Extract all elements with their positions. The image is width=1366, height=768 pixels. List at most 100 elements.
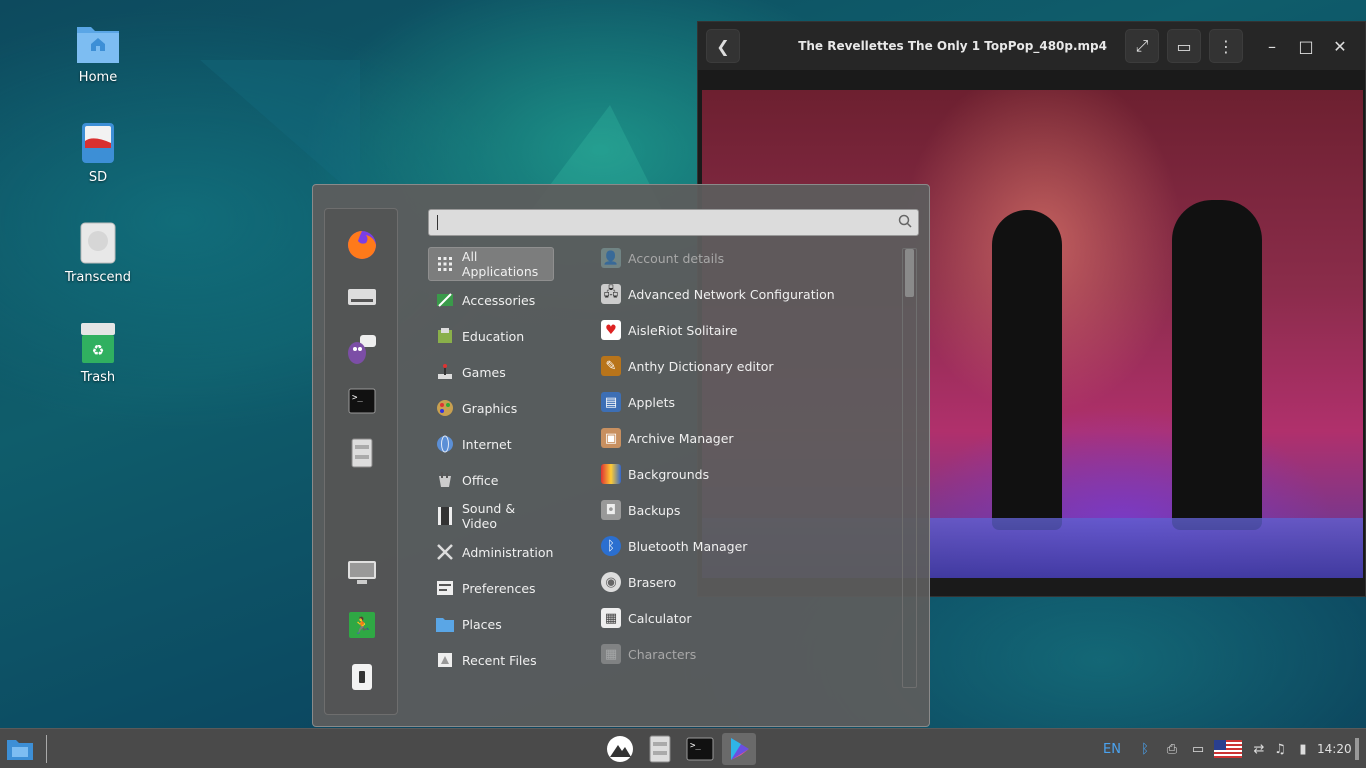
wallpaper-facet — [200, 60, 360, 200]
video-title: The Revellettes The Only 1 TopPop_480p.m… — [798, 39, 1107, 53]
taskbar-launcher-terminal[interactable]: >_ — [683, 733, 717, 765]
firefox-icon[interactable] — [344, 227, 380, 263]
folder-icon — [434, 613, 456, 635]
menu-launcher-button[interactable] — [3, 733, 37, 765]
app-anthy-dictionary-editor[interactable]: ✎ Anthy Dictionary editor — [601, 351, 901, 381]
minimize-button[interactable]: – — [1255, 29, 1289, 63]
file-cabinet-icon[interactable] — [344, 435, 380, 471]
search-icon — [898, 214, 912, 228]
search-field[interactable] — [428, 209, 919, 236]
maximize-icon: □ — [1298, 36, 1314, 56]
close-button[interactable]: ✕ — [1323, 29, 1357, 63]
battery-icon[interactable]: ▮ — [1293, 739, 1313, 759]
account-icon: 👤 — [601, 248, 621, 268]
category-administration[interactable]: Administration — [428, 535, 554, 569]
taskbar-launcher-files[interactable] — [643, 733, 677, 765]
app-backups[interactable]: ◘ Backups — [601, 495, 901, 525]
category-label: Office — [462, 472, 499, 488]
category-sound-video[interactable]: Sound & Video — [428, 499, 554, 533]
mountain-logo-icon — [607, 736, 633, 762]
category-label: Places — [462, 616, 502, 632]
menu-button[interactable]: ⋮ — [1209, 29, 1243, 63]
category-internet[interactable]: Internet — [428, 427, 554, 461]
printer-icon[interactable]: ⎙ — [1162, 739, 1182, 759]
minimize-icon: – — [1268, 36, 1276, 56]
drive-manager-icon[interactable] — [344, 279, 380, 315]
sound-icon[interactable]: ♫ — [1270, 739, 1290, 759]
show-desktop-button[interactable] — [1355, 738, 1359, 760]
category-places[interactable]: Places — [428, 607, 554, 641]
shutdown-icon[interactable] — [344, 659, 380, 695]
app-label: Characters — [628, 646, 697, 662]
display-icon[interactable]: ▭ — [1188, 739, 1208, 759]
accessories-icon — [434, 289, 456, 311]
app-label: Advanced Network Configuration — [628, 286, 835, 302]
category-label: Administration — [462, 544, 554, 560]
clock-time: 14:20 — [1317, 742, 1352, 756]
lock-screen-icon[interactable] — [344, 555, 380, 591]
bluetooth-icon[interactable]: ᛒ — [1135, 739, 1155, 759]
app-label: Archive Manager — [628, 430, 734, 446]
app-label: Applets — [628, 394, 675, 410]
app-advanced-network-configuration[interactable]: 🖧 Advanced Network Configuration — [601, 279, 901, 309]
category-office[interactable]: Office — [428, 463, 554, 497]
desktop-icon-sd[interactable]: SD — [48, 120, 148, 185]
subtitles-icon: ▭ — [1176, 36, 1192, 56]
subtitles-button[interactable]: ▭ — [1167, 29, 1201, 63]
app-label: Brasero — [628, 574, 677, 590]
category-label: Games — [462, 364, 506, 380]
desktop-icon-label: Home — [78, 70, 118, 85]
performer-figure — [992, 210, 1062, 530]
desktop-icon-transcend[interactable]: Transcend — [48, 220, 148, 285]
cards-icon: ♥ — [601, 320, 621, 340]
us-flag-icon[interactable] — [1214, 739, 1242, 759]
category-all-applications[interactable]: All Applications — [428, 247, 554, 281]
category-label: Recent Files — [462, 652, 537, 668]
app-calculator[interactable]: ▦ Calculator — [601, 603, 901, 633]
office-icon — [434, 469, 456, 491]
application-menu: >_ 🏃 All Applications Accessories Educat… — [312, 184, 930, 727]
file-cabinet-icon — [649, 735, 671, 763]
taskbar-window-video-player[interactable] — [722, 733, 756, 765]
clock[interactable]: 14:20 — [1317, 729, 1352, 768]
back-button[interactable]: ❮ — [706, 29, 740, 63]
recent-files-icon — [434, 649, 456, 671]
desktop-icon-home[interactable]: Home — [48, 20, 148, 85]
keyboard-layout-indicator[interactable]: EN — [1103, 729, 1121, 768]
archive-icon: ▣ — [601, 428, 621, 448]
preferences-icon — [434, 577, 456, 599]
app-aisleriot-solitaire[interactable]: ♥ AisleRiot Solitaire — [601, 315, 901, 345]
category-label: Graphics — [462, 400, 518, 416]
app-archive-manager[interactable]: ▣ Archive Manager — [601, 423, 901, 453]
terminal-icon[interactable]: >_ — [344, 383, 380, 419]
app-applets[interactable]: ▤ Applets — [601, 387, 901, 417]
maximize-button[interactable]: □ — [1289, 29, 1323, 63]
app-characters[interactable]: ▦ Characters — [601, 639, 901, 669]
app-backgrounds[interactable]: Backgrounds — [601, 459, 901, 489]
desktop-icon-trash[interactable]: ♻ Trash — [48, 320, 148, 385]
app-brasero[interactable]: ◉ Brasero — [601, 567, 901, 597]
pidgin-icon[interactable] — [344, 331, 380, 367]
app-label: Backups — [628, 502, 681, 518]
category-graphics[interactable]: Graphics — [428, 391, 554, 425]
app-bluetooth-manager[interactable]: ᛒ Bluetooth Manager — [601, 531, 901, 561]
network-transfer-icon[interactable]: ⇄ — [1249, 739, 1269, 759]
scrollbar-thumb[interactable] — [905, 249, 914, 297]
svg-text:♻: ♻ — [92, 343, 105, 359]
category-recent-files[interactable]: Recent Files — [428, 643, 554, 677]
category-accessories[interactable]: Accessories — [428, 283, 554, 317]
taskbar-launcher-mountain[interactable] — [603, 733, 637, 765]
folder-home-icon — [75, 20, 121, 66]
category-education[interactable]: Education — [428, 319, 554, 353]
category-preferences[interactable]: Preferences — [428, 571, 554, 605]
search-input[interactable] — [429, 210, 889, 235]
app-account-details[interactable]: 👤 Account details — [601, 243, 901, 273]
fullscreen-button[interactable]: ⤢ — [1125, 29, 1159, 63]
sd-card-icon — [75, 120, 121, 166]
characters-icon: ▦ — [601, 644, 621, 664]
category-games[interactable]: Games — [428, 355, 554, 389]
disc-icon: ◉ — [601, 572, 621, 592]
logout-icon[interactable]: 🏃 — [344, 607, 380, 643]
drive-icon — [75, 220, 121, 266]
apps-scrollbar[interactable] — [902, 248, 917, 688]
